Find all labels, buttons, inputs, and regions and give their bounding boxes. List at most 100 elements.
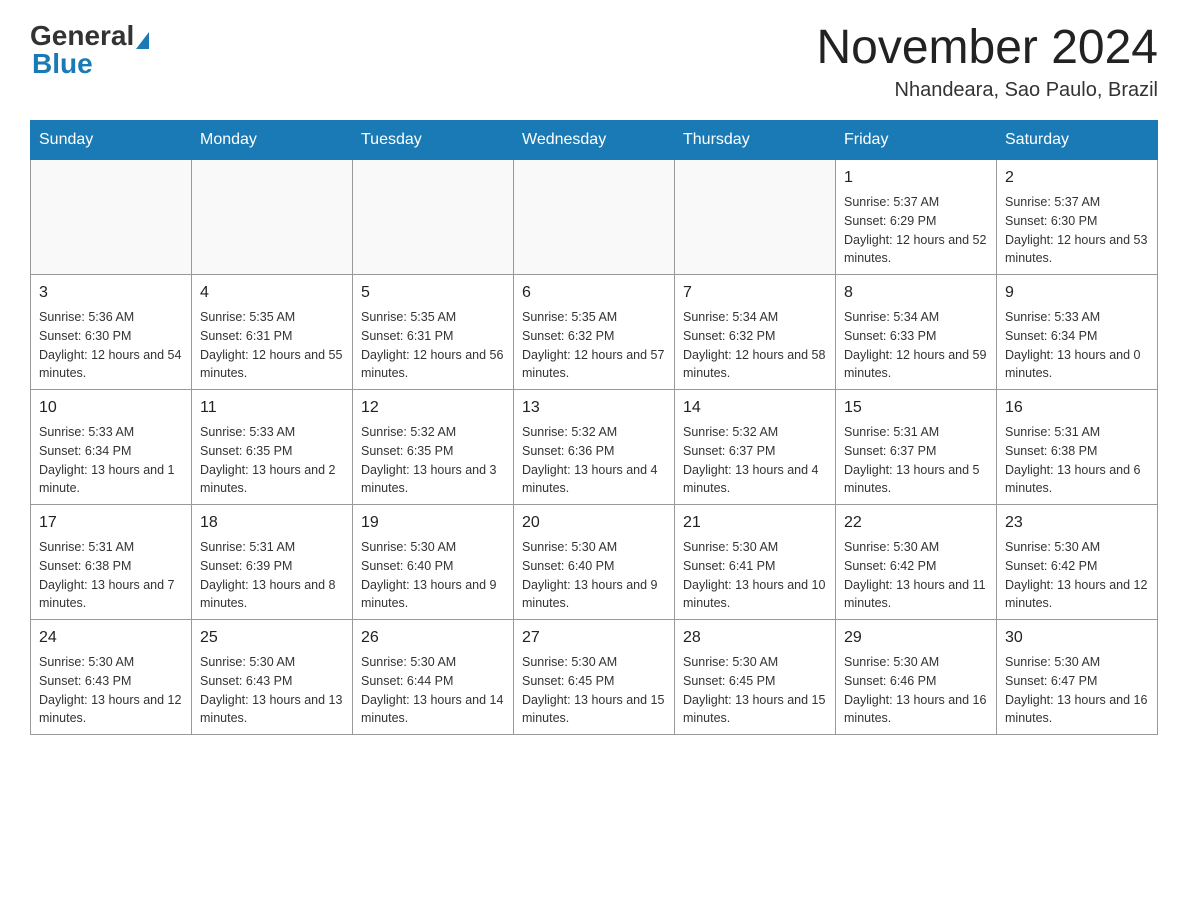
logo-area: General Blue xyxy=(30,20,151,80)
calendar-week-2: 3Sunrise: 5:36 AM Sunset: 6:30 PM Daylig… xyxy=(31,275,1158,390)
calendar-cell: 20 Sunrise: 5:30 AM Sunset: 6:40 PM Dayli… xyxy=(514,505,675,620)
calendar-week-5: 24 Sunrise: 5:30 AM Sunset: 6:43 PM Dayli… xyxy=(31,620,1158,735)
day-info: Sunrise: 5:32 AM Sunset: 6:36 PM Dayligh… xyxy=(522,423,666,498)
day-number: 4 xyxy=(200,281,344,305)
day-number: 22 xyxy=(844,511,988,535)
day-number: 29 xyxy=(844,626,988,650)
day-number: 28 xyxy=(683,626,827,650)
day-info: Sunrise: 5:31 AM Sunset: 6:38 PM Dayligh… xyxy=(1005,423,1149,498)
day-info: Sunrise: 5:35 AM Sunset: 6:31 PM Dayligh… xyxy=(200,308,344,383)
calendar-week-1: 1Sunrise: 5:37 AM Sunset: 6:29 PM Daylig… xyxy=(31,160,1158,275)
day-info: Sunrise: 5:30 AM Sunset: 6:40 PM Dayligh… xyxy=(522,538,666,613)
day-info: Sunrise: 5:30 AM Sunset: 6:45 PM Dayligh… xyxy=(522,653,666,728)
calendar-cell: 30 Sunrise: 5:30 AM Sunset: 6:47 PM Dayli… xyxy=(997,620,1158,735)
header-friday: Friday xyxy=(836,121,997,160)
calendar-cell: 9 Sunrise: 5:33 AM Sunset: 6:34 PM Daylig… xyxy=(997,275,1158,390)
calendar-body: 1Sunrise: 5:37 AM Sunset: 6:29 PM Daylig… xyxy=(31,160,1158,735)
calendar-week-4: 17 Sunrise: 5:31 AM Sunset: 6:38 PM Dayli… xyxy=(31,505,1158,620)
calendar-week-3: 10 Sunrise: 5:33 AM Sunset: 6:34 PM Dayli… xyxy=(31,390,1158,505)
day-info: Sunrise: 5:33 AM Sunset: 6:34 PM Dayligh… xyxy=(1005,308,1149,383)
calendar-cell: 7 Sunrise: 5:34 AM Sunset: 6:32 PM Daylig… xyxy=(675,275,836,390)
calendar-cell: 21 Sunrise: 5:30 AM Sunset: 6:41 PM Dayli… xyxy=(675,505,836,620)
calendar-cell: 6 Sunrise: 5:35 AM Sunset: 6:32 PM Daylig… xyxy=(514,275,675,390)
calendar-cell: 18Sunrise: 5:31 AM Sunset: 6:39 PM Dayli… xyxy=(192,505,353,620)
calendar-location: Nhandeara, Sao Paulo, Brazil xyxy=(816,79,1158,102)
day-info: Sunrise: 5:30 AM Sunset: 6:45 PM Dayligh… xyxy=(683,653,827,728)
calendar-cell: 3Sunrise: 5:36 AM Sunset: 6:30 PM Daylig… xyxy=(31,275,192,390)
day-info: Sunrise: 5:30 AM Sunset: 6:43 PM Dayligh… xyxy=(39,653,183,728)
calendar-cell: 27Sunrise: 5:30 AM Sunset: 6:45 PM Dayli… xyxy=(514,620,675,735)
calendar-cell: 15 Sunrise: 5:31 AM Sunset: 6:37 PM Dayli… xyxy=(836,390,997,505)
title-area: November 2024 Nhandeara, Sao Paulo, Braz… xyxy=(816,20,1158,102)
day-number: 17 xyxy=(39,511,183,535)
day-number: 6 xyxy=(522,281,666,305)
day-info: Sunrise: 5:37 AM Sunset: 6:30 PM Dayligh… xyxy=(1005,193,1149,268)
day-number: 5 xyxy=(361,281,505,305)
day-number: 13 xyxy=(522,396,666,420)
calendar-cell xyxy=(353,160,514,275)
day-number: 23 xyxy=(1005,511,1149,535)
calendar-cell: 12Sunrise: 5:32 AM Sunset: 6:35 PM Dayli… xyxy=(353,390,514,505)
day-info: Sunrise: 5:31 AM Sunset: 6:37 PM Dayligh… xyxy=(844,423,988,498)
day-info: Sunrise: 5:30 AM Sunset: 6:41 PM Dayligh… xyxy=(683,538,827,613)
header-sunday: Sunday xyxy=(31,121,192,160)
calendar-cell xyxy=(514,160,675,275)
day-info: Sunrise: 5:33 AM Sunset: 6:34 PM Dayligh… xyxy=(39,423,183,498)
calendar-cell: 10 Sunrise: 5:33 AM Sunset: 6:34 PM Dayli… xyxy=(31,390,192,505)
day-info: Sunrise: 5:30 AM Sunset: 6:42 PM Dayligh… xyxy=(844,538,988,613)
day-info: Sunrise: 5:30 AM Sunset: 6:46 PM Dayligh… xyxy=(844,653,988,728)
day-info: Sunrise: 5:30 AM Sunset: 6:42 PM Dayligh… xyxy=(1005,538,1149,613)
day-number: 11 xyxy=(200,396,344,420)
day-info: Sunrise: 5:36 AM Sunset: 6:30 PM Dayligh… xyxy=(39,308,183,383)
header-monday: Monday xyxy=(192,121,353,160)
day-info: Sunrise: 5:34 AM Sunset: 6:33 PM Dayligh… xyxy=(844,308,988,383)
day-number: 10 xyxy=(39,396,183,420)
calendar-cell xyxy=(31,160,192,275)
day-info: Sunrise: 5:35 AM Sunset: 6:32 PM Dayligh… xyxy=(522,308,666,383)
day-info: Sunrise: 5:32 AM Sunset: 6:37 PM Dayligh… xyxy=(683,423,827,498)
day-info: Sunrise: 5:34 AM Sunset: 6:32 PM Dayligh… xyxy=(683,308,827,383)
header-tuesday: Tuesday xyxy=(353,121,514,160)
day-number: 21 xyxy=(683,511,827,535)
day-info: Sunrise: 5:30 AM Sunset: 6:40 PM Dayligh… xyxy=(361,538,505,613)
calendar-cell: 5 Sunrise: 5:35 AM Sunset: 6:31 PM Daylig… xyxy=(353,275,514,390)
header-thursday: Thursday xyxy=(675,121,836,160)
day-number: 24 xyxy=(39,626,183,650)
calendar-cell: 14Sunrise: 5:32 AM Sunset: 6:37 PM Dayli… xyxy=(675,390,836,505)
day-number: 20 xyxy=(522,511,666,535)
logo-triangle-icon xyxy=(136,32,149,49)
day-number: 25 xyxy=(200,626,344,650)
logo-blue-text: Blue xyxy=(32,48,93,79)
day-info: Sunrise: 5:37 AM Sunset: 6:29 PM Dayligh… xyxy=(844,193,988,268)
calendar-cell: 23 Sunrise: 5:30 AM Sunset: 6:42 PM Dayli… xyxy=(997,505,1158,620)
calendar-cell: 2Sunrise: 5:37 AM Sunset: 6:30 PM Daylig… xyxy=(997,160,1158,275)
day-info: Sunrise: 5:32 AM Sunset: 6:35 PM Dayligh… xyxy=(361,423,505,498)
calendar-cell: 19 Sunrise: 5:30 AM Sunset: 6:40 PM Dayli… xyxy=(353,505,514,620)
day-number: 16 xyxy=(1005,396,1149,420)
day-number: 15 xyxy=(844,396,988,420)
day-info: Sunrise: 5:35 AM Sunset: 6:31 PM Dayligh… xyxy=(361,308,505,383)
header-area: General Blue November 2024 Nhandeara, Sa… xyxy=(30,20,1158,102)
day-number: 26 xyxy=(361,626,505,650)
day-number: 7 xyxy=(683,281,827,305)
calendar-cell: 24 Sunrise: 5:30 AM Sunset: 6:43 PM Dayli… xyxy=(31,620,192,735)
calendar-cell: 11Sunrise: 5:33 AM Sunset: 6:35 PM Dayli… xyxy=(192,390,353,505)
calendar-cell: 26 Sunrise: 5:30 AM Sunset: 6:44 PM Dayli… xyxy=(353,620,514,735)
calendar-cell: 13 Sunrise: 5:32 AM Sunset: 6:36 PM Dayli… xyxy=(514,390,675,505)
day-info: Sunrise: 5:30 AM Sunset: 6:44 PM Dayligh… xyxy=(361,653,505,728)
header-saturday: Saturday xyxy=(997,121,1158,160)
day-info: Sunrise: 5:31 AM Sunset: 6:38 PM Dayligh… xyxy=(39,538,183,613)
calendar-cell: 17 Sunrise: 5:31 AM Sunset: 6:38 PM Dayli… xyxy=(31,505,192,620)
calendar-cell: 8 Sunrise: 5:34 AM Sunset: 6:33 PM Daylig… xyxy=(836,275,997,390)
day-info: Sunrise: 5:30 AM Sunset: 6:47 PM Dayligh… xyxy=(1005,653,1149,728)
calendar-table: Sunday Monday Tuesday Wednesday Thursday… xyxy=(30,120,1158,735)
calendar-cell: 22 Sunrise: 5:30 AM Sunset: 6:42 PM Dayli… xyxy=(836,505,997,620)
calendar-cell: 25Sunrise: 5:30 AM Sunset: 6:43 PM Dayli… xyxy=(192,620,353,735)
day-number: 9 xyxy=(1005,281,1149,305)
day-number: 30 xyxy=(1005,626,1149,650)
calendar-cell xyxy=(192,160,353,275)
calendar-cell: 4 Sunrise: 5:35 AM Sunset: 6:31 PM Daylig… xyxy=(192,275,353,390)
day-number: 19 xyxy=(361,511,505,535)
day-number: 8 xyxy=(844,281,988,305)
day-number: 18 xyxy=(200,511,344,535)
